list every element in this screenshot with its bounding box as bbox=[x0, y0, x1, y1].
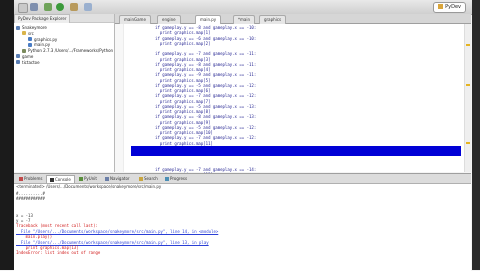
console-run-path: <terminated> /Users/.../Documents/worksp… bbox=[16, 184, 162, 189]
debug-icon[interactable] bbox=[44, 3, 52, 11]
code-editor: mainGame engine main.py *main graphics if ga… bbox=[115, 14, 471, 177]
overview-marker[interactable] bbox=[466, 142, 470, 144]
view-icon bbox=[50, 177, 54, 182]
explorer-tree: Snakeymore src graphics.py main.py Python 2.… bbox=[16, 25, 114, 66]
editor-tab[interactable]: mainGame bbox=[119, 15, 151, 24]
view-icon bbox=[79, 176, 83, 181]
package-explorer: PyDev Package Explorer Snakeymore src grap… bbox=[14, 14, 115, 172]
tree-item-label: Snakeymore bbox=[22, 25, 47, 30]
back-icon[interactable] bbox=[84, 3, 92, 11]
tree-item-label: tictactoe bbox=[22, 59, 40, 65]
perspective-label: PyDev bbox=[445, 4, 461, 10]
new-file-icon[interactable] bbox=[18, 3, 28, 13]
console-tab[interactable]: Problems bbox=[16, 175, 45, 182]
folder-icon bbox=[22, 31, 26, 36]
screen-right-bezel bbox=[472, 0, 480, 270]
console-tab-label: Console bbox=[55, 177, 71, 182]
overview-marker[interactable] bbox=[466, 84, 470, 86]
tree-item-label: src bbox=[28, 30, 34, 36]
tree-item-label: main.py bbox=[34, 42, 51, 48]
console-tab[interactable]: PyUnit bbox=[76, 175, 100, 182]
tree-item[interactable]: tictactoe bbox=[16, 60, 112, 66]
code-area[interactable]: if gameplay.y == -8 and gameplay.x == -1… bbox=[131, 25, 461, 177]
explorer-tab-title: PyDev Package Explorer bbox=[18, 16, 67, 21]
console-tab-label: Search bbox=[144, 176, 158, 181]
console-output[interactable]: #..........# ############ x = -13 y = -7 Tra… bbox=[16, 191, 467, 256]
console-tab-label: Progress bbox=[170, 176, 188, 181]
run-icon[interactable] bbox=[56, 3, 64, 11]
console-tab[interactable]: Console bbox=[46, 175, 75, 183]
view-icon bbox=[165, 176, 169, 181]
search-icon[interactable] bbox=[70, 3, 78, 11]
explorer-header: PyDev Package Explorer bbox=[14, 14, 114, 23]
editor-scrollbar[interactable] bbox=[464, 24, 471, 172]
explorer-tab[interactable]: PyDev Package Explorer bbox=[14, 14, 71, 23]
console-view: Problems Console PyUnit Navigator Search Prog… bbox=[14, 173, 471, 271]
editor-tab[interactable]: engine bbox=[157, 15, 181, 24]
library-icon bbox=[22, 48, 26, 53]
tree-item-label: game bbox=[22, 53, 34, 59]
editor-tab[interactable]: *main bbox=[233, 15, 255, 24]
perspective-pydev-button[interactable]: PyDev bbox=[433, 2, 466, 13]
overview-marker[interactable] bbox=[466, 44, 470, 46]
tree-item-label: graphics.py bbox=[34, 36, 58, 42]
console-tab[interactable]: Navigator bbox=[102, 175, 133, 182]
main-toolbar: PyDev bbox=[14, 0, 472, 15]
python-file-icon bbox=[28, 37, 32, 42]
console-tab[interactable]: Progress bbox=[162, 175, 190, 182]
console-tab-label: Problems bbox=[24, 176, 43, 181]
view-icon bbox=[19, 176, 23, 181]
console-tab[interactable]: Search bbox=[136, 175, 161, 182]
console-tab-bar: Problems Console PyUnit Navigator Search Prog… bbox=[14, 174, 471, 184]
view-icon bbox=[139, 176, 143, 181]
project-icon bbox=[16, 54, 20, 59]
console-tab-label: Navigator bbox=[110, 176, 130, 181]
view-icon bbox=[105, 176, 109, 181]
console-tab-label: PyUnit bbox=[84, 176, 97, 181]
editor-gutter bbox=[115, 24, 124, 172]
python-file-icon bbox=[28, 42, 32, 47]
project-icon bbox=[16, 25, 20, 30]
editor-tab-bar: mainGame engine main.py *main graphics bbox=[115, 14, 471, 24]
save-icon[interactable] bbox=[30, 3, 38, 11]
project-icon bbox=[16, 60, 20, 65]
pydev-icon bbox=[438, 4, 444, 9]
console-line: IndexError: list index out of range bbox=[16, 250, 101, 256]
screen-left-bezel bbox=[0, 0, 14, 270]
editor-tab[interactable]: main.py bbox=[195, 15, 222, 24]
editor-tab[interactable]: graphics bbox=[259, 15, 287, 24]
tree-item-label: Python 2.7.3 /Users/.../Frameworks/Pytho… bbox=[28, 48, 114, 54]
